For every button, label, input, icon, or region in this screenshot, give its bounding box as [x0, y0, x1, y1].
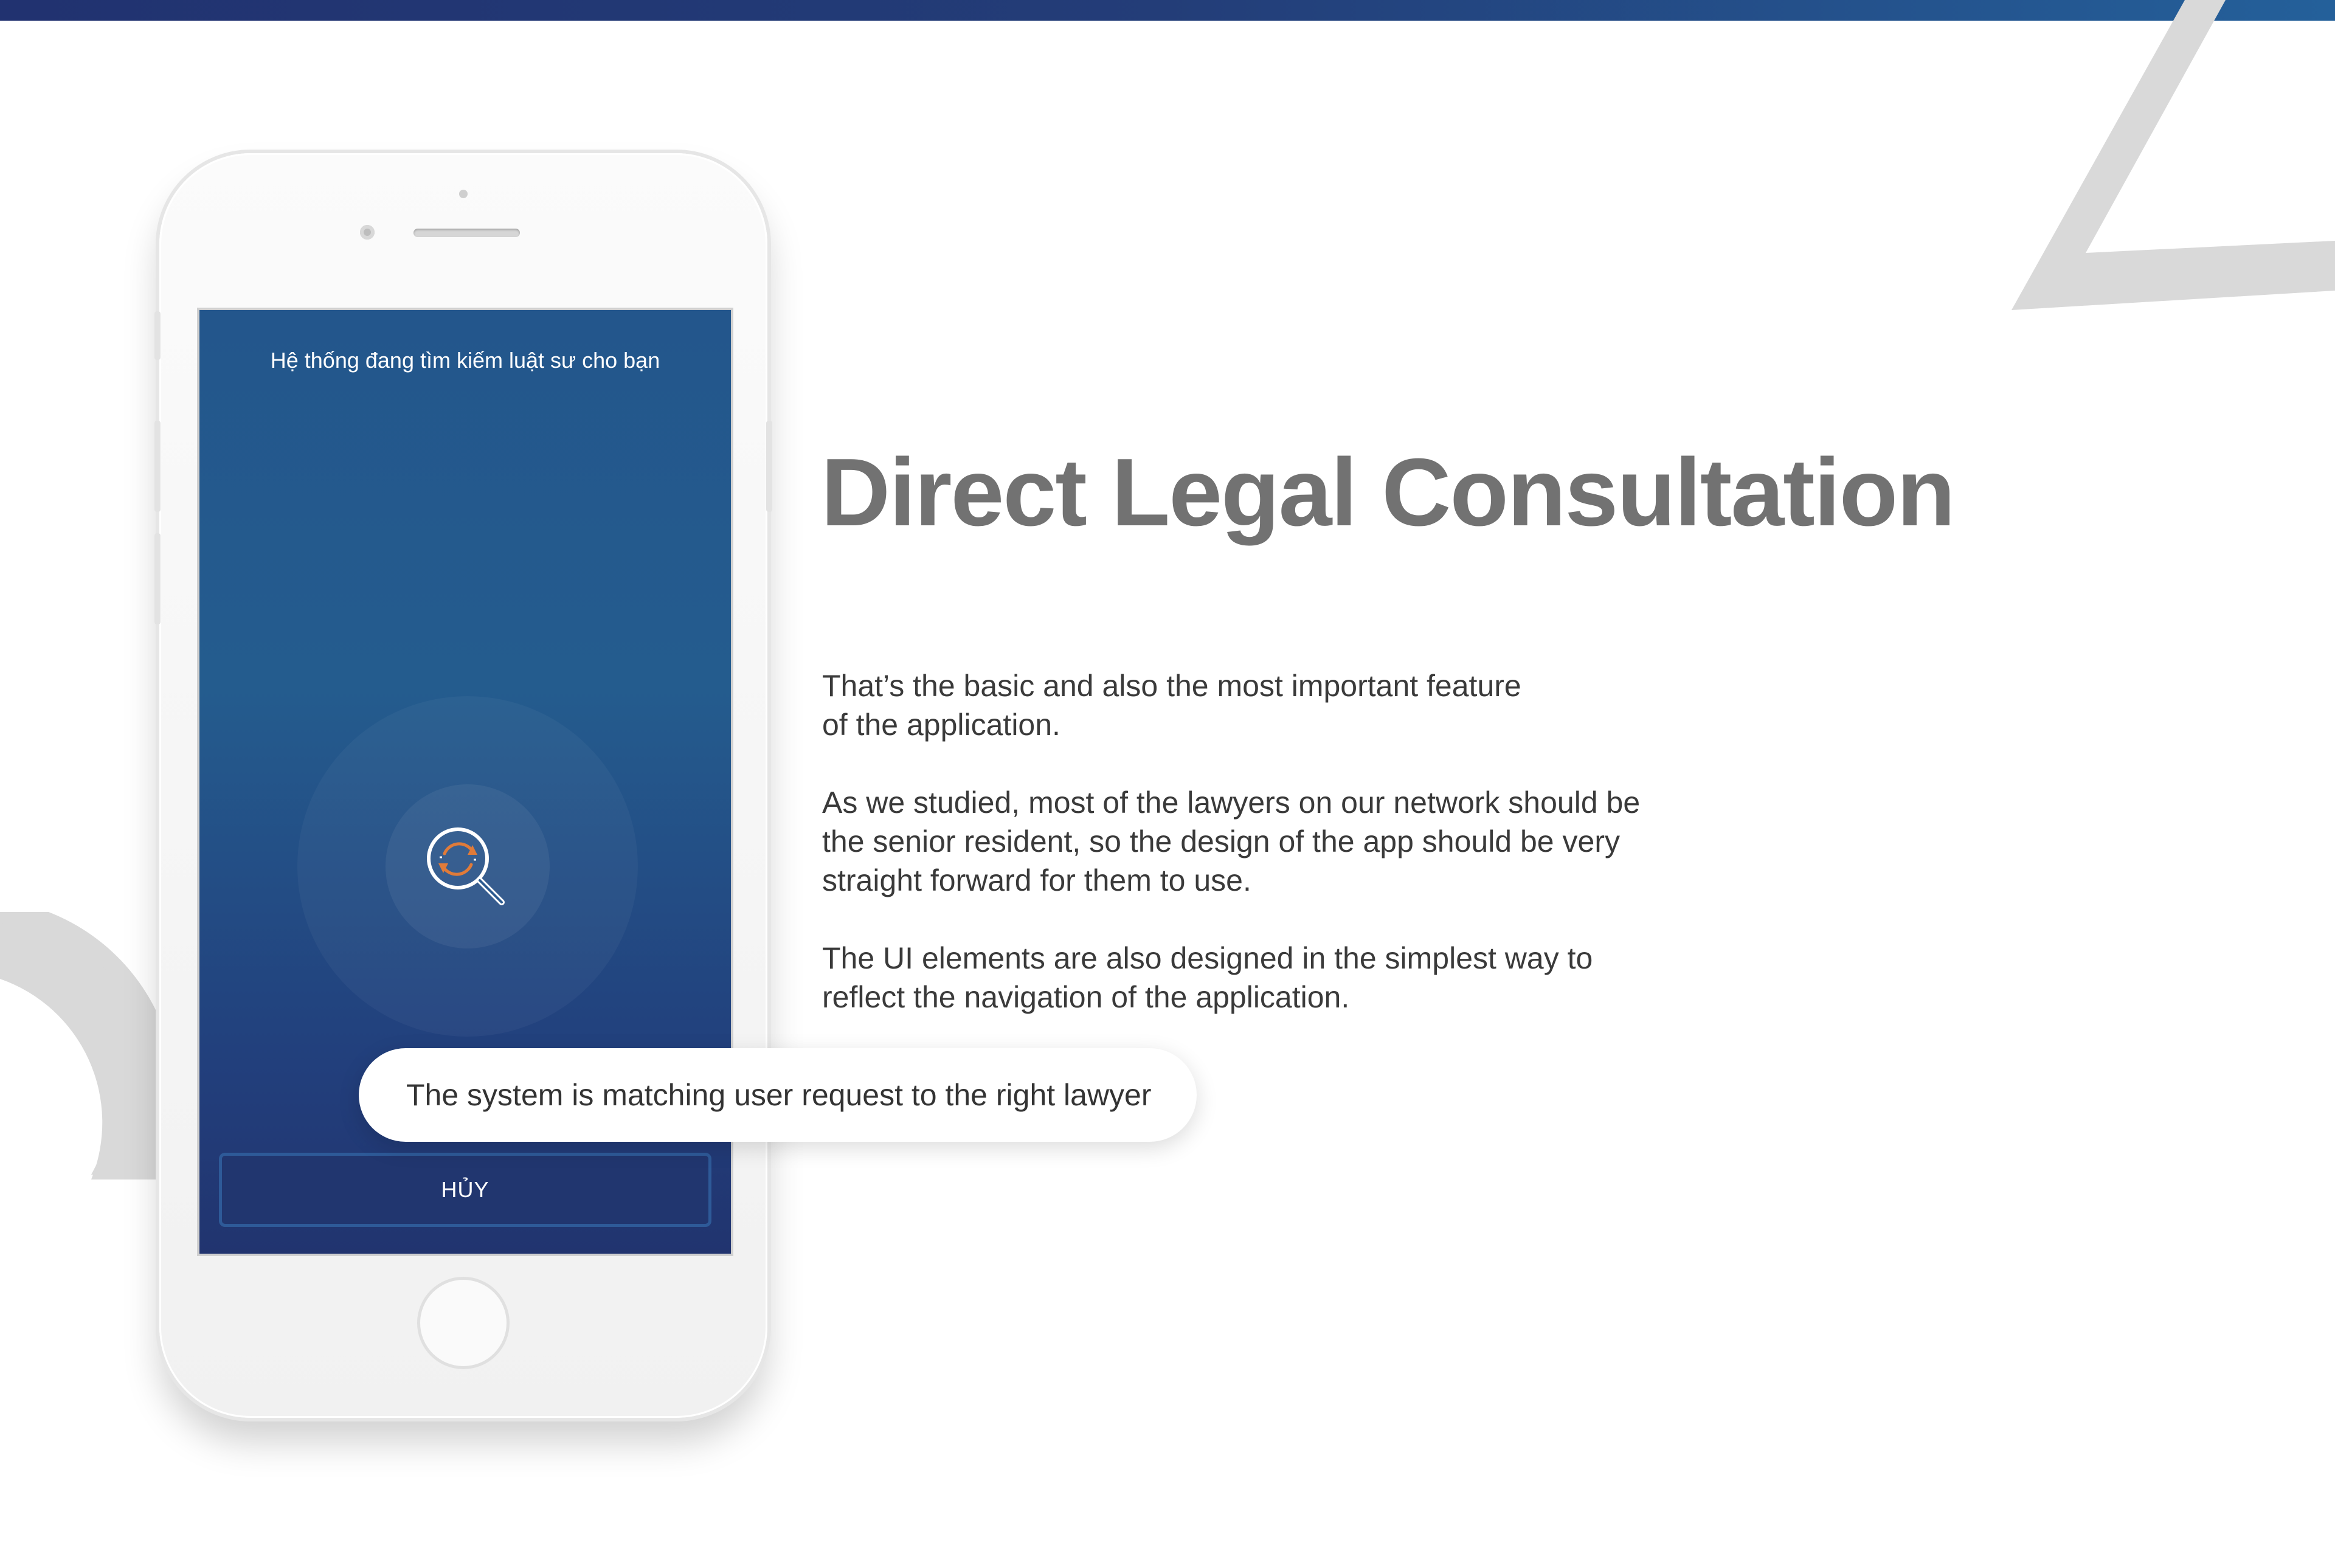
- phone-volume-down-button: [154, 533, 161, 624]
- description-paragraph-1: That’s the basic and also the most impor…: [822, 666, 1686, 744]
- paragraph-3-line-2: reflect the navigation of the applicatio…: [822, 980, 1350, 1014]
- paragraph-2-line-3: straight forward for them to use.: [822, 863, 1251, 897]
- top-accent-bar: [0, 0, 2335, 21]
- description-paragraph-3: The UI elements are also designed in the…: [822, 939, 1686, 1017]
- phone-volume-up-button: [154, 421, 161, 512]
- phone-side-switch: [154, 311, 161, 360]
- decorative-angle-shape: [2012, 0, 2335, 310]
- paragraph-1-line-2: of the application.: [822, 708, 1060, 742]
- decorative-arc-shape: [0, 912, 170, 1179]
- description-paragraph-2: As we studied, most of the lawyers on ou…: [822, 783, 1686, 900]
- proximity-sensor: [459, 190, 468, 198]
- paragraph-3-line-1: The UI elements are also designed in the…: [822, 941, 1593, 975]
- front-camera: [360, 225, 375, 240]
- feature-callout: The system is matching user request to t…: [359, 1048, 1197, 1142]
- phone-power-button: [766, 421, 772, 512]
- page-title: Direct Legal Consultation: [821, 439, 1956, 546]
- paragraph-2-line-2: the senior resident, so the design of th…: [822, 824, 1620, 858]
- searching-status-text: Hệ thống đang tìm kiếm luật sư cho bạn: [270, 348, 660, 373]
- earpiece-speaker: [413, 229, 520, 237]
- page: Hệ thống đang tìm kiếm luật sư cho bạn H…: [0, 0, 2335, 1568]
- callout-text: The system is matching user request to t…: [406, 1078, 1152, 1112]
- phone-mockup: Hệ thống đang tìm kiếm luật sư cho bạn H…: [154, 153, 772, 1418]
- search-refresh-icon: [427, 827, 505, 905]
- paragraph-2-line-1: As we studied, most of the lawyers on ou…: [822, 786, 1641, 820]
- paragraph-1-line-1: That’s the basic and also the most impor…: [822, 669, 1521, 703]
- cancel-button[interactable]: HỦY: [219, 1153, 711, 1227]
- home-button: [417, 1277, 510, 1369]
